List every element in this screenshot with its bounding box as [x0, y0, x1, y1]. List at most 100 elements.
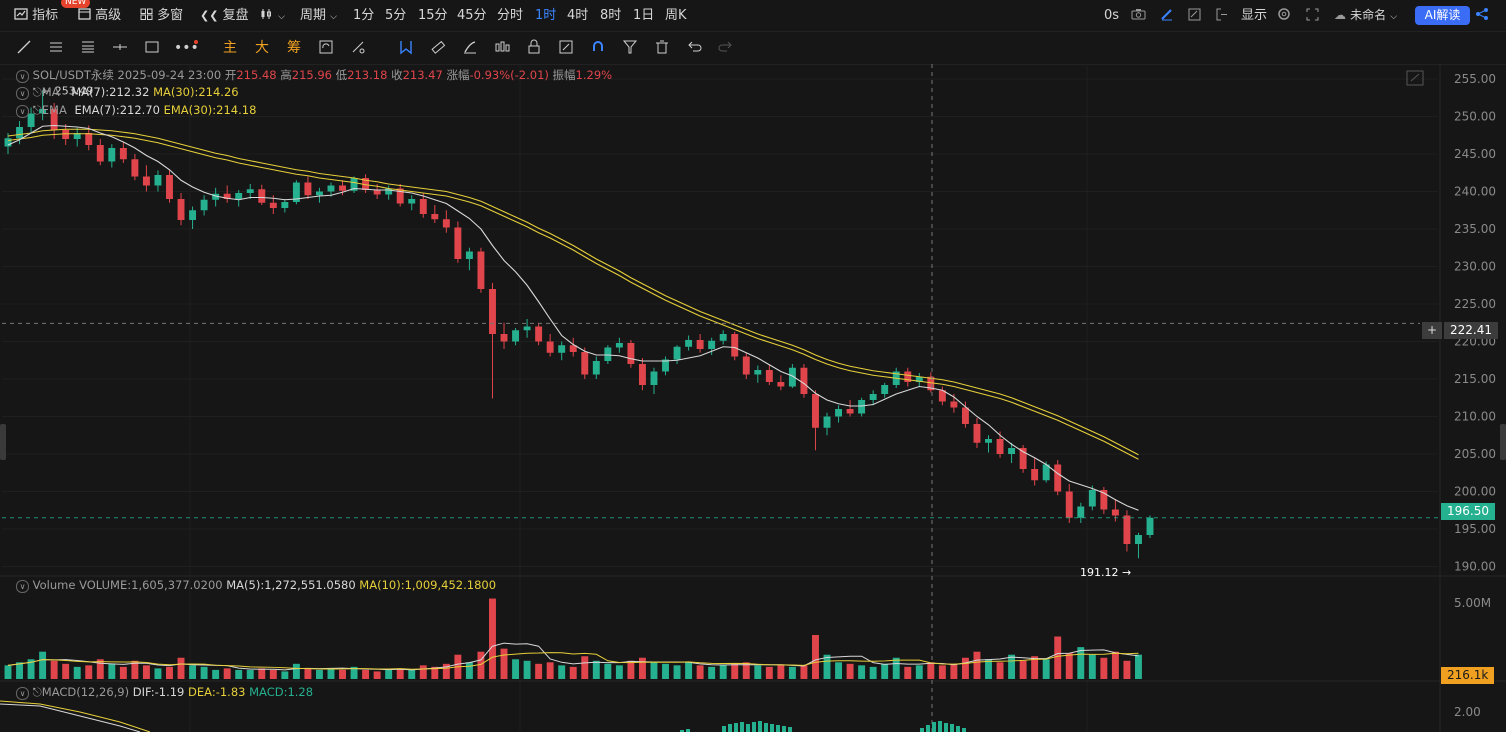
redo-icon[interactable]: [716, 32, 736, 64]
macd-histogram-bar: [776, 725, 780, 732]
candle-body: [269, 202, 277, 208]
interval-1m[interactable]: 1分: [353, 0, 374, 31]
bell-icon[interactable]: ⎋: [33, 85, 42, 99]
volume-bar: [258, 668, 266, 679]
pencil-icon[interactable]: [1160, 0, 1174, 31]
bracket-icon[interactable]: [1216, 0, 1228, 31]
volume-bar: [4, 665, 12, 679]
volume-value: VOLUME:1,605,377.0200: [79, 578, 223, 592]
share-icon[interactable]: [1475, 0, 1489, 31]
volume-bar: [39, 651, 47, 679]
left-panel-handle[interactable]: [0, 424, 6, 460]
trendline-icon[interactable]: [14, 32, 34, 64]
volume-ma5: MA(5):1,272,551.0580: [226, 578, 356, 592]
advanced-button[interactable]: 高级: [78, 0, 121, 31]
marker-icon[interactable]: [396, 32, 416, 64]
chevron-icon[interactable]: ∨: [16, 87, 29, 100]
volume-bar: [985, 659, 992, 679]
interval-1w[interactable]: 周K: [665, 0, 687, 31]
macd-histogram-bar: [770, 724, 774, 732]
volume-bar: [1123, 660, 1131, 679]
volume-bar: [362, 669, 370, 679]
display-button[interactable]: 显示: [1241, 0, 1267, 31]
interval-1h[interactable]: 1时: [535, 0, 557, 31]
interval-5m[interactable]: 5分: [385, 0, 406, 31]
candle-body: [823, 416, 831, 428]
high-label: 高: [280, 68, 292, 82]
chip-distribution-button[interactable]: 筹: [284, 32, 304, 64]
bell-icon[interactable]: ⎋: [33, 685, 42, 699]
add-alert-button[interactable]: +: [1422, 322, 1442, 339]
chart-type-button[interactable]: ⌵: [260, 0, 285, 31]
chart-area[interactable]: 255.00 250.00 245.00 240.00 235.00 230.00 225.…: [0, 64, 1506, 732]
gear-icon[interactable]: [1277, 0, 1291, 31]
main-indicator-button[interactable]: 主: [220, 32, 240, 64]
fullscreen-icon[interactable]: [1306, 0, 1319, 31]
note-icon[interactable]: [1188, 0, 1201, 31]
volume-bar: [339, 669, 346, 679]
candle-body: [950, 401, 958, 408]
edit-icon[interactable]: [556, 32, 576, 64]
chevron-icon[interactable]: ∨: [16, 70, 29, 83]
advanced-label: 高级: [95, 8, 122, 23]
rectangle-icon[interactable]: [142, 32, 162, 64]
magnet-mode-icon[interactable]: [588, 32, 608, 64]
undo-icon[interactable]: [684, 32, 704, 64]
layout-dropdown[interactable]: ☁ 未命名 ⌵: [1334, 0, 1397, 31]
period-dropdown[interactable]: 周期 ⌵: [300, 0, 337, 31]
cloud-icon: ☁: [1334, 8, 1346, 22]
candle-body: [1135, 535, 1142, 544]
candle-body: [708, 340, 716, 349]
interval-8h[interactable]: 8时: [600, 0, 621, 31]
indicator-button[interactable]: 指标: [14, 0, 58, 31]
candle-body: [650, 371, 658, 385]
expand-icon[interactable]: [1406, 70, 1424, 86]
right-panel-handle[interactable]: [1500, 424, 1506, 460]
interval-4h[interactable]: 4时: [567, 0, 588, 31]
more-tools-icon[interactable]: •••: [174, 32, 199, 64]
candle-body: [85, 133, 93, 145]
bar-pattern-icon[interactable]: [492, 32, 512, 64]
horizontal-line-icon[interactable]: [110, 32, 130, 64]
fib-lines-icon[interactable]: [78, 32, 98, 64]
candle-body: [315, 191, 323, 196]
interval-15m[interactable]: 15分: [418, 0, 448, 31]
chevron-icon[interactable]: ∨: [16, 687, 29, 700]
bell-icon[interactable]: ⎋: [33, 103, 42, 117]
candle-body: [108, 148, 116, 162]
lock-icon[interactable]: [524, 32, 544, 64]
sync-icon[interactable]: [316, 32, 336, 64]
interval-45m[interactable]: 45分: [457, 0, 487, 31]
interval-1d[interactable]: 1日: [633, 0, 654, 31]
candle-body: [673, 346, 681, 360]
magnet-icon[interactable]: [348, 32, 368, 64]
candle-body: [685, 340, 693, 347]
chevron-icon[interactable]: ∨: [16, 580, 29, 593]
volume-bar: [731, 663, 739, 679]
interval-timeline[interactable]: 分时: [497, 0, 523, 31]
ruler-icon[interactable]: [428, 32, 448, 64]
macd-dea: DEA:-1.83: [188, 685, 246, 699]
volume-bar: [835, 662, 843, 679]
chart-canvas[interactable]: 255.00 250.00 245.00 240.00 235.00 230.00 225.…: [0, 64, 1506, 732]
ai-analysis-button[interactable]: AI解读: [1415, 6, 1470, 25]
volume-bar: [1077, 647, 1085, 679]
brush-icon[interactable]: [460, 32, 480, 64]
multi-window-button[interactable]: 多窗: [140, 0, 183, 31]
volume-bar: [166, 666, 173, 679]
ema7-value: EMA(7):212.70: [74, 103, 160, 117]
filter-icon[interactable]: [620, 32, 640, 64]
trash-icon[interactable]: [652, 32, 672, 64]
chevron-icon[interactable]: ∨: [16, 105, 29, 118]
big-order-button[interactable]: 大: [252, 32, 272, 64]
volume-bar: [1135, 654, 1142, 679]
period-label: 周期: [300, 8, 327, 23]
parallel-lines-icon[interactable]: [46, 32, 66, 64]
candle-body: [765, 370, 773, 382]
drawing-toolbar: ••• 主 大 筹: [0, 32, 1506, 65]
candle-body: [142, 176, 150, 186]
camera-icon[interactable]: [1131, 0, 1146, 31]
candle-body: [973, 424, 981, 443]
volume-bar: [489, 598, 496, 679]
replay-button[interactable]: ❮❮ 复盘: [200, 0, 249, 31]
